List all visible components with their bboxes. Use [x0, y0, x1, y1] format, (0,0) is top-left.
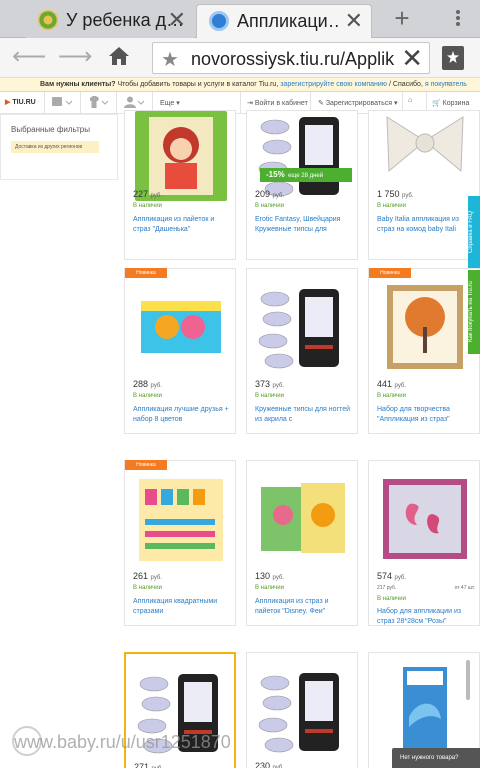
menu-icon[interactable] [454, 8, 462, 30]
promo-text-2: / Спасибо, [387, 81, 425, 88]
promo-bold: Вам нужны клиенты? [40, 81, 116, 88]
product-card[interactable]: 1 750 руб. В наличии Baby Italia аппликаци… [368, 110, 480, 260]
promo-close-icon[interactable]: × [446, 78, 450, 91]
stock-status: В наличии [133, 203, 163, 209]
stock-status: В наличии [255, 203, 285, 209]
help-faq-tab[interactable]: Справка и FAQ [468, 196, 480, 268]
filters-sidebar: Выбранные фильтры Доставка из других рег… [0, 114, 118, 180]
product-image[interactable] [135, 283, 227, 373]
new-tab-button[interactable]: + [380, 4, 424, 34]
product-image[interactable] [257, 283, 349, 373]
product-card[interactable]: 209 руб. В наличии Erotic Fantasy, Швейцар… [246, 110, 358, 260]
tab-title: Аппликаци… [237, 11, 341, 31]
catalog-icon[interactable] [52, 96, 73, 110]
browser-tab-bar: У ребенка д… ✕ Аппликаци… ✕ + [0, 0, 480, 38]
product-image[interactable] [135, 111, 227, 201]
clothing-icon[interactable] [88, 96, 109, 110]
how-to-buy-tab[interactable]: Как покупать на Tiu.ru [468, 270, 480, 354]
product-card[interactable]: 130 руб. В наличии Аппликация из страз и п… [246, 460, 358, 626]
filters-title: Выбранные фильтры [11, 125, 90, 134]
product-title[interactable]: Erotic Fantasy, Швейцария Кружевные типс… [255, 215, 353, 235]
cart-link[interactable]: 🛒 Корзина [432, 99, 469, 107]
product-image[interactable] [379, 111, 471, 201]
help-widget-button[interactable]: Нет нужного товара? [392, 748, 480, 768]
site-logo[interactable]: ▶ TIU.RU [5, 98, 36, 106]
stock-status: В наличии [377, 203, 407, 209]
forward-arrow-icon[interactable]: ⟶ [58, 44, 92, 72]
browser-tab-1[interactable]: У ребенка д… ✕ [26, 4, 194, 38]
new-badge: Новинка [125, 268, 167, 278]
product-title[interactable]: Аппликация из страз и пайеток "Disney. Ф… [255, 597, 353, 617]
url-text[interactable]: novorossiysk.tiu.ru/Applikats [191, 49, 395, 70]
product-title[interactable]: Аппликация квадратными стразами [133, 597, 231, 617]
product-image[interactable] [379, 283, 471, 373]
star-icon[interactable]: ★ [161, 47, 179, 72]
product-title[interactable]: Набор для творчества "Аппликация из стра… [377, 405, 475, 425]
stock-status: В наличии [133, 393, 163, 399]
product-card[interactable]: 230 руб. [246, 652, 358, 768]
product-card[interactable]: 373 руб. В наличии Кружевные типсы для ног… [246, 268, 358, 434]
user-icon[interactable] [124, 96, 145, 110]
product-image[interactable] [379, 667, 471, 757]
product-price: 261 руб. [133, 571, 162, 581]
stock-status: В наличии [255, 393, 285, 399]
product-image[interactable] [379, 475, 471, 565]
register-company-link[interactable]: зарегистрируйте свою компанию [280, 81, 387, 88]
home-small-icon[interactable]: ⌂ [408, 97, 412, 104]
globe-icon [209, 11, 229, 31]
clear-url-icon[interactable]: ✕ [401, 43, 423, 74]
home-icon[interactable] [102, 44, 136, 72]
promo-text: Чтобы добавить товары и услуги в каталог… [115, 81, 281, 88]
watermark: www.baby.ru/u/usr1251870 [14, 732, 231, 752]
product-card[interactable]: Новинка 441 руб. В наличии Набор для творче… [368, 268, 480, 434]
close-tab-icon[interactable]: ✕ [345, 8, 363, 34]
browser-toolbar: ⟵ ⟶ ★ novorossiysk.tiu.ru/Applikats ✕ [0, 38, 480, 78]
close-tab-icon[interactable]: ✕ [168, 7, 186, 33]
login-link[interactable]: ⇥ Войти в кабинет [247, 99, 308, 107]
product-title[interactable]: Baby Italia аппликация из страз на комод… [377, 215, 475, 235]
new-badge: Новинка [369, 268, 411, 278]
product-image[interactable] [257, 667, 349, 757]
new-badge: Новинка [125, 460, 167, 470]
product-price: 1 750 руб. [377, 189, 414, 199]
browser-tab-2[interactable]: Аппликаци… ✕ [196, 4, 372, 38]
product-price: 441 руб. [377, 379, 406, 389]
product-title[interactable]: Аппликация из пайеток и страз "Дашенька" [133, 215, 231, 235]
stock-status: В наличии [133, 585, 163, 591]
stock-status: В наличии [377, 596, 407, 602]
product-price: 574 руб. [377, 571, 406, 581]
stock-status: В наличии [377, 393, 407, 399]
promo-bar: Вам нужны клиенты? Чтобы добавить товары… [0, 78, 480, 92]
product-card[interactable]: Новинка 261 руб. В наличии Аппликация квадр… [124, 460, 236, 626]
product-price: 271 руб. [134, 762, 163, 768]
bookmarks-icon[interactable] [442, 46, 464, 70]
register-link[interactable]: ✎ Зарегистрироваться ▾ [318, 99, 397, 107]
product-price: 230 руб. [255, 761, 284, 768]
product-title[interactable]: Набор для аппликации из страз 28*28см "Р… [377, 607, 475, 627]
product-image[interactable] [135, 475, 227, 565]
more-menu[interactable]: Еще ▾ [160, 99, 180, 107]
product-card[interactable]: 574 руб. 217 руб. от 47 шт. В наличии Набор … [368, 460, 480, 626]
product-image[interactable] [257, 111, 349, 201]
favicon-icon [38, 10, 58, 30]
product-title[interactable]: Кружевные типсы для ногтей из акрила с [255, 405, 353, 425]
discount-strip: -15% еще 28 дней [260, 168, 352, 182]
scrollbar[interactable] [466, 660, 470, 700]
product-title[interactable]: Аппликация лучшие друзья + набор 8 цвето… [133, 405, 231, 425]
product-image[interactable] [257, 475, 349, 565]
product-price: 288 руб. [133, 379, 162, 389]
product-price: 130 руб. [255, 571, 284, 581]
product-price: 227 руб. [133, 189, 162, 199]
product-card[interactable]: 227 руб. В наличии Аппликация из пайеток и… [124, 110, 236, 260]
url-bar[interactable]: ★ novorossiysk.tiu.ru/Applikats ✕ [152, 42, 430, 74]
product-price: 209 руб. [255, 189, 284, 199]
wholesale-price: 217 руб. от 47 шт. [377, 585, 475, 591]
product-price: 373 руб. [255, 379, 284, 389]
product-card[interactable]: Новинка 288 руб. В наличии Аппликация лучши… [124, 268, 236, 434]
back-arrow-icon[interactable]: ⟵ [12, 44, 46, 72]
stock-status: В наличии [255, 585, 285, 591]
filter-chip[interactable]: Доставка из других регионов [11, 141, 99, 153]
